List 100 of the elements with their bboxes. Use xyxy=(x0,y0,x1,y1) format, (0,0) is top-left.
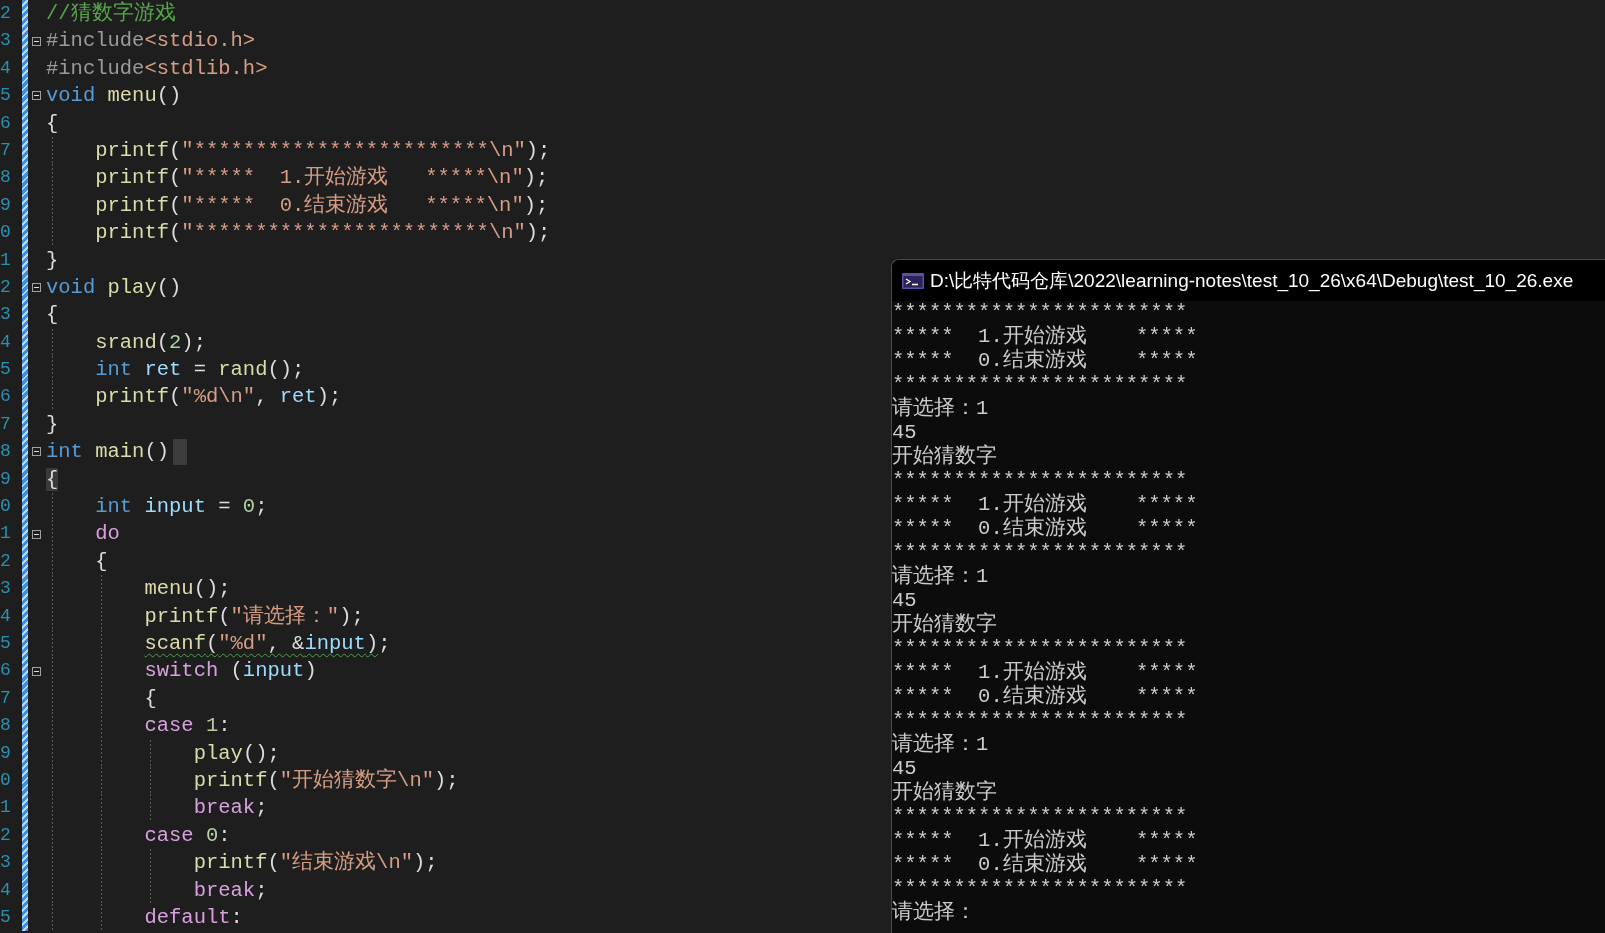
code-line: int input = 0; xyxy=(46,493,551,521)
line-number: 1 xyxy=(0,522,12,546)
console-line: ***** 1.开始游戏 ***** xyxy=(892,325,1199,348)
console-line: ***** 0.结束游戏 ***** xyxy=(892,685,1199,709)
console-line: 请选择：1 xyxy=(892,397,990,421)
console-line: ***** 0.结束游戏 ***** xyxy=(892,349,1199,373)
code-line: scanf("%d", &input); xyxy=(46,630,551,658)
code-line: { xyxy=(46,547,551,576)
collapse-icon[interactable] xyxy=(32,447,41,457)
code-line: switch (input) xyxy=(46,657,551,685)
code-line: printf("************************\n"); xyxy=(46,219,551,247)
line-number: 6 xyxy=(0,659,12,683)
console-line: ***** 1.开始游戏 ***** xyxy=(892,493,1199,516)
code-line: break; xyxy=(46,794,551,822)
console-icon xyxy=(902,272,924,289)
collapse-icon[interactable] xyxy=(32,529,41,539)
code-line: #include<stdio.h> xyxy=(46,28,257,55)
line-number: 7 xyxy=(0,686,12,710)
line-number: 4 xyxy=(0,330,12,354)
line-number: 5 xyxy=(0,358,12,382)
line-number: 3 xyxy=(0,303,12,327)
console-line: 45 xyxy=(892,757,918,781)
console-line: 开始猜数字 xyxy=(892,445,998,469)
collapse-icon[interactable] xyxy=(32,666,41,676)
line-number: 8 xyxy=(0,714,12,738)
code-line: printf("************************\n"); xyxy=(46,136,551,165)
code-line: srand(2); xyxy=(46,328,551,357)
code-line: void menu() xyxy=(46,83,183,110)
collapse-icon[interactable] xyxy=(32,91,41,101)
code-line: printf("开始猜数字\n"); xyxy=(46,766,551,795)
code-line: int ret = rand(); xyxy=(46,356,551,384)
console-line: ***** 1.开始游戏 ***** xyxy=(892,829,1199,852)
console-line: 45 xyxy=(892,421,918,445)
code-line: { xyxy=(46,302,60,329)
line-number: 0 xyxy=(0,221,12,245)
console-line: ***** 0.结束游戏 ***** xyxy=(892,853,1199,877)
code-line: case 0: xyxy=(46,821,551,850)
code-line: } xyxy=(46,411,60,438)
console-line: 请选择： xyxy=(892,901,977,925)
code-line: //猜数字游戏 xyxy=(46,0,177,27)
code-line: } xyxy=(46,247,60,274)
console-line: ************************ xyxy=(892,541,1189,564)
line-number: 1 xyxy=(0,248,12,272)
code-line: void play() xyxy=(46,274,183,301)
console-line: ************************ xyxy=(892,469,1189,492)
console-line: 开始猜数字 xyxy=(892,781,998,805)
line-number: 7 xyxy=(0,412,12,436)
line-number: 2 xyxy=(0,823,12,847)
console-line: ***** 0.结束游戏 ***** xyxy=(892,517,1199,541)
console-line: ************************ xyxy=(892,709,1189,732)
console-line: ************************ xyxy=(892,301,1189,324)
console-line: 请选择：1 xyxy=(892,565,990,589)
code-line: printf("%d\n", ret); xyxy=(46,383,551,411)
line-number: 2 xyxy=(0,549,12,573)
line-number: 3 xyxy=(0,577,12,601)
window-title: D:\比特代码仓库\2022\learning-notes\test_10_26\x64\Debug\test_10_26.exe xyxy=(930,268,1574,294)
code-line: do xyxy=(46,520,551,548)
code-line: printf("***** 1.开始游戏 *****\n"); xyxy=(46,164,551,192)
code-line: break; xyxy=(46,876,551,904)
line-number: 2 xyxy=(0,2,12,25)
console-line: 请选择：1 xyxy=(892,733,990,757)
console-line: 开始猜数字 xyxy=(892,613,998,637)
line-number: 6 xyxy=(0,385,12,409)
line-number: 5 xyxy=(0,84,12,108)
line-number: 8 xyxy=(0,440,12,464)
code-line: { xyxy=(46,684,551,713)
code-line: { xyxy=(46,110,60,137)
code-line: case 1: xyxy=(46,712,551,740)
console-line: ************************ xyxy=(892,373,1189,396)
line-number: 0 xyxy=(0,768,12,792)
line-number: 6 xyxy=(0,111,12,135)
line-number: 9 xyxy=(0,193,12,217)
code-line: default: xyxy=(46,903,551,932)
code-line: printf("请选择："); xyxy=(46,602,551,630)
console-line: ************************ xyxy=(892,637,1189,660)
line-number: 5 xyxy=(0,632,12,655)
code-line: printf("***** 0.结束游戏 *****\n"); xyxy=(46,191,551,220)
line-number: 4 xyxy=(0,878,12,902)
line-number: 4 xyxy=(0,604,12,628)
code-line: int main() xyxy=(46,438,551,466)
code-line: printf("结束游戏\n"); xyxy=(46,849,551,877)
console-line: ***** 1.开始游戏 ***** xyxy=(892,661,1199,684)
line-number: 7 xyxy=(0,138,12,162)
collapse-icon[interactable] xyxy=(32,283,41,293)
line-number: 3 xyxy=(0,851,12,875)
line-number: 8 xyxy=(0,166,12,190)
console-line: 45 xyxy=(892,589,918,613)
line-number: 5 xyxy=(0,905,12,929)
line-number: 1 xyxy=(0,796,12,820)
line-number: 2 xyxy=(0,275,12,299)
code-line: play(); xyxy=(46,739,551,767)
console-line: ************************ xyxy=(892,805,1189,828)
line-number: 3 xyxy=(0,29,12,53)
console-line: ************************ xyxy=(892,877,1189,900)
line-number: 9 xyxy=(0,467,12,491)
line-number: 4 xyxy=(0,56,12,80)
code-line: menu(); xyxy=(46,575,551,603)
code-line: #include<stdlib.h> xyxy=(46,55,269,82)
collapse-icon[interactable] xyxy=(32,36,41,46)
line-number: 9 xyxy=(0,741,12,765)
